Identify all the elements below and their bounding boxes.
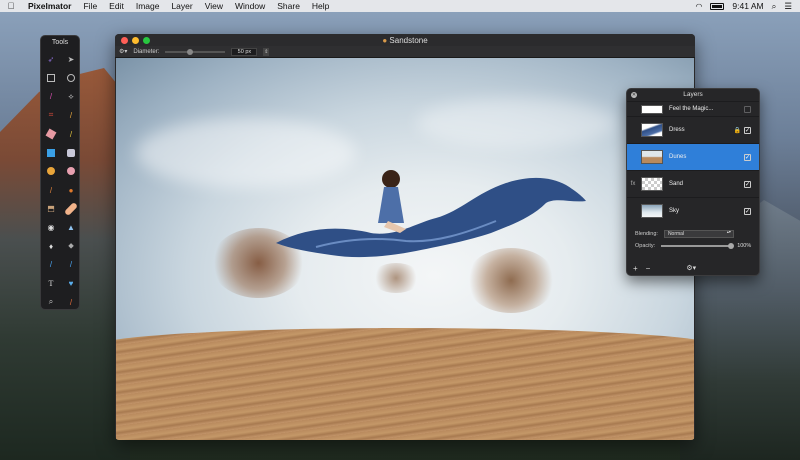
remove-layer-button[interactable]: − [646,264,651,273]
menu-edit[interactable]: Edit [103,1,130,11]
tools-title: Tools [51,39,69,46]
layer-visibility-checkbox[interactable] [744,105,751,113]
cloud [416,98,616,148]
layer-thumbnail [641,150,663,164]
pen-icon[interactable]: / [61,256,81,275]
search-icon[interactable]: ⌕ [772,1,777,12]
eye-icon[interactable]: ◉ [41,218,61,237]
smudge-icon[interactable]: / [41,181,61,200]
sharpen-icon[interactable]: ⬥ [61,237,81,256]
layer-row-sand[interactable]: fx Sand ✓ [627,170,759,197]
lasso-icon[interactable]: ⟡ [61,87,81,106]
color-picker-icon[interactable]: / [61,293,81,312]
menu-extras: ◠ 9:41 AM ⌕ ☰ [695,1,800,12]
layers-footer: + − ⚙▾ [627,261,759,275]
bandage-icon[interactable] [61,200,81,219]
document-title: ● Sandstone [382,35,428,45]
diameter-stepper[interactable]: ⇕ [263,47,270,56]
paint-bucket-icon[interactable] [61,143,81,162]
battery-icon[interactable] [710,2,725,10]
drop-icon[interactable]: ♦ [41,237,61,256]
layer-row-dress[interactable]: Dress 🔒 ✓ [627,116,759,143]
layer-visibility-checkbox[interactable]: ✓ [744,207,751,215]
diameter-label: Diameter: [133,48,160,55]
tools-grid: ➶ ➤ / ⟡ ⌗ / / / ● ⬒ ◉ ▲ ♦ ⬥ / / T ♥ ⌕ / [41,48,79,312]
lock-icon[interactable]: 🔒 [734,127,741,134]
layer-visibility-checkbox[interactable]: ✓ [744,153,751,161]
menu-image[interactable]: Image [130,1,166,11]
lasso-arrow-icon[interactable]: ➶ [41,50,61,69]
zoom-icon[interactable]: ⌕ [41,293,61,312]
layer-row-sky[interactable]: Sky ✓ [627,197,759,224]
opacity-value: 100% [737,242,752,249]
menu-share[interactable]: Share [271,1,306,11]
layer-thumbnail [641,123,663,137]
layer-row-dunes[interactable]: Dunes ✓ [627,143,759,170]
layer-name: Dunes [669,154,687,160]
layer-visibility-checkbox[interactable]: ✓ [744,126,751,134]
layers-panel: ✕ Layers Feel the Magic... Dress 🔒 ✓ Dun… [626,88,760,276]
pointer-icon[interactable]: ➤ [61,50,81,69]
blending-select[interactable]: Normal [663,229,734,238]
image-canvas[interactable] [116,58,694,440]
layer-settings-gear-icon[interactable]: ⚙▾ [686,264,696,272]
wifi-icon[interactable]: ◠ [695,2,702,11]
document-file-icon: ● [382,35,388,45]
heart-shape-icon[interactable]: ♥ [61,274,81,293]
eraser-icon[interactable] [41,125,61,144]
add-layer-button[interactable]: + [633,264,638,273]
opacity-slider[interactable] [661,242,735,249]
layer-name: Sand [669,181,684,187]
burn-icon[interactable]: ● [61,181,81,200]
line-icon[interactable]: / [41,256,61,275]
tool-options-bar: ⚙▾ Diameter: 50 px ⇕ [115,46,695,58]
layer-thumbnail [641,177,663,191]
layer-thumbnail [641,104,663,114]
sand-dune [116,328,694,440]
list-icon[interactable]: ☰ [784,1,792,12]
type-icon[interactable]: T [41,274,61,293]
apple-icon[interactable]:  [0,1,22,11]
document-window: ● Sandstone ⚙▾ Diameter: 50 px ⇕ [115,34,695,440]
rect-select-icon[interactable] [41,69,61,88]
menu-window[interactable]: Window [229,1,271,11]
pencil-icon[interactable]: / [61,125,81,144]
shape-rect-icon[interactable] [41,143,61,162]
eyedropper-icon[interactable]: / [61,106,81,125]
stamp-icon[interactable]: ⬒ [41,200,61,219]
ellipse-select-icon[interactable] [61,69,81,88]
crop-icon[interactable]: ⌗ [41,106,61,125]
menu-view[interactable]: View [199,1,229,11]
opacity-slider-knob[interactable] [728,242,735,249]
opacity-row: Opacity: 100% [627,240,759,251]
blending-row: Blending: Normal [627,227,759,240]
layer-row-feel-the-magic[interactable]: Feel the Magic... [627,101,759,116]
options-gear-icon[interactable]: ⚙▾ [119,48,127,55]
layer-thumbnail [641,204,663,218]
diameter-slider[interactable] [165,48,226,55]
menu-layer[interactable]: Layer [165,1,198,11]
sponge-icon[interactable] [61,162,81,181]
menu-app-name[interactable]: Pixelmator [22,1,77,11]
menu-bar:  Pixelmator File Edit Image Layer View … [0,0,800,12]
triangle-icon[interactable]: ▲ [61,218,81,237]
menu-help[interactable]: Help [306,1,335,11]
layers-header[interactable]: ✕ Layers [627,89,759,101]
tools-palette: Tools ➶ ➤ / ⟡ ⌗ / / / ● ⬒ ◉ ▲ ♦ ⬥ / / T … [40,35,80,310]
document-titlebar[interactable]: ● Sandstone [115,34,695,46]
layers-title: Layers [683,91,703,98]
layer-name: Feel the Magic... [669,106,714,112]
brush-icon[interactable]: / [41,87,61,106]
layer-visibility-checkbox[interactable]: ✓ [744,180,751,188]
diameter-field[interactable]: 50 px [231,47,258,56]
menu-file[interactable]: File [77,1,103,11]
layer-fx-indicator[interactable]: fx [627,181,639,187]
opacity-label: Opacity: [635,242,656,249]
layer-name: Sky [669,208,680,214]
clock[interactable]: 9:41 AM [732,1,763,11]
blending-label: Blending: [635,230,658,237]
blue-dress-figure [276,170,586,258]
color-blob-icon[interactable] [41,162,61,181]
layer-name: Dress [669,127,685,133]
